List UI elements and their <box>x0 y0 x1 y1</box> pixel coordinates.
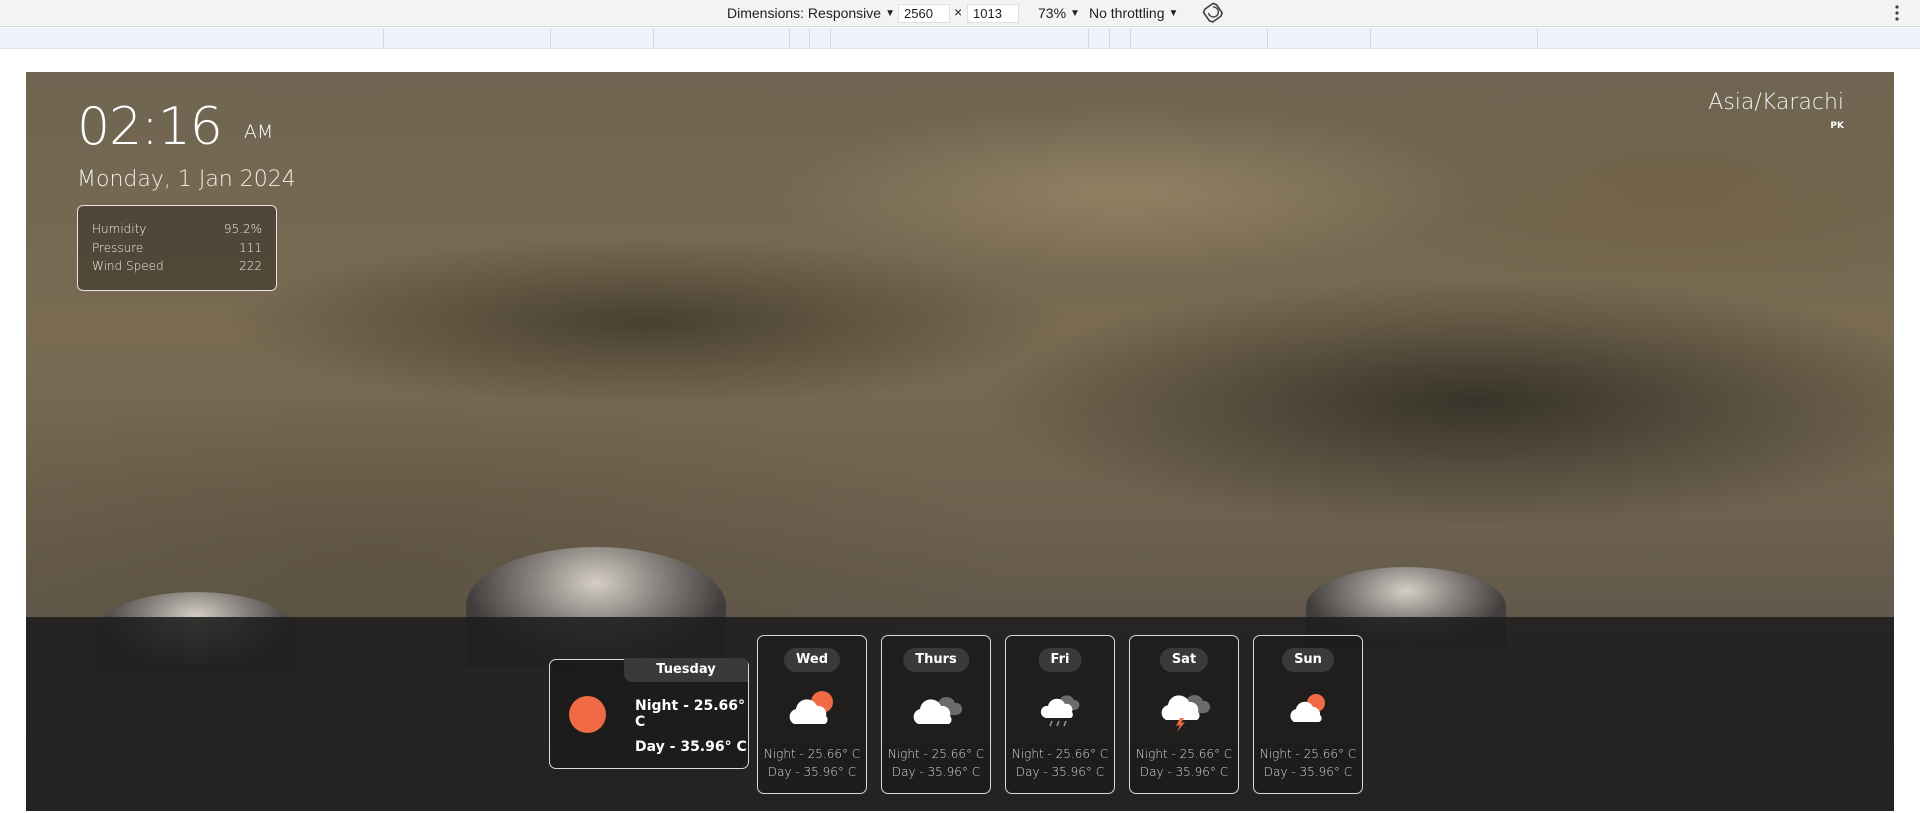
more-options-icon[interactable] <box>1892 3 1902 23</box>
rain-cloud-icon <box>1040 695 1080 727</box>
forecast-card-wed: Wed Night - 25.66° C Day - 35.96° C <box>757 635 867 794</box>
width-input[interactable]: 2560 <box>898 4 950 23</box>
forecast-day-temp: Day - 35.96° C <box>1139 765 1229 779</box>
stat-label: Wind Speed <box>92 259 164 273</box>
stat-row-pressure: Pressure 111 <box>92 239 262 258</box>
partly-cloudy-sun-icon <box>1290 694 1325 722</box>
thunderstorm-icon <box>1161 694 1211 732</box>
chevron-down-icon: ▼ <box>1070 7 1080 19</box>
stat-row-wind-speed: Wind Speed 222 <box>92 257 262 276</box>
stat-label: Pressure <box>92 240 144 255</box>
today-forecast-card: Tuesday Night - 25.66° C Day - 35.96° C <box>549 658 749 769</box>
dimensions-label: Dimensions: Responsive <box>727 5 882 21</box>
current-time: 02:16 <box>77 97 223 157</box>
current-date: Monday, 1 Jan 2024 <box>77 167 296 192</box>
forecast-night-temp: Night - 25.66° C <box>887 747 985 761</box>
sun-icon <box>569 696 606 733</box>
cloudy-icon <box>913 696 963 724</box>
am-pm: AM <box>243 121 274 143</box>
forecast-day-label: Thurs <box>903 648 969 672</box>
today-day-temp: Day - 35.96° C <box>635 739 747 755</box>
stat-label: Humidity <box>92 222 147 236</box>
forecast-card-thurs: Thurs Night - 25.66° C Day - 35.96° C <box>881 635 991 794</box>
rotate-icon[interactable] <box>1202 1 1224 23</box>
forecast-night-temp: Night - 25.66° C <box>1259 747 1357 761</box>
stat-value: 111 <box>239 240 262 255</box>
forecast-day-temp: Day - 35.96° C <box>767 765 857 779</box>
forecast-card-sun: Sun Night - 25.66° C Day - 35.96° C <box>1253 635 1363 794</box>
stat-value: 95.2% <box>223 222 262 236</box>
forecast-day-temp: Day - 35.96° C <box>1263 765 1353 779</box>
weather-app-viewport: 02:16 AM Monday, 1 Jan 2024 Humidity 95.2… <box>26 72 1894 811</box>
weather-stats-panel: Humidity 95.2% Pressure 111 Wind Speed 2… <box>77 205 277 291</box>
dimensions-dropdown[interactable]: Dimensions: Responsive ▼ <box>727 5 895 21</box>
media-query-ruler <box>0 28 1920 49</box>
clock: 02:16 AM <box>77 97 273 157</box>
zoom-dropdown[interactable]: 73% ▼ <box>1038 5 1080 21</box>
throttling-dropdown[interactable]: No throttling ▼ <box>1089 5 1178 21</box>
forecast-night-temp: Night - 25.66° C <box>1011 747 1109 761</box>
timezone: Asia/Karachi <box>1708 90 1844 115</box>
today-night-temp: Night - 25.66° C <box>635 698 746 730</box>
devtools-device-toolbar: Dimensions: Responsive ▼ 2560 × 1013 73%… <box>0 0 1920 27</box>
chevron-down-icon: ▼ <box>885 7 895 19</box>
forecast-bar: Tuesday Night - 25.66° C Day - 35.96° C … <box>26 617 1894 811</box>
stat-row-humidity: Humidity 95.2% <box>92 220 262 239</box>
height-input[interactable]: 1013 <box>967 4 1019 23</box>
stat-value: 222 <box>239 259 262 273</box>
forecast-day-label: Sun <box>1282 648 1334 672</box>
forecast-day-temp: Day - 35.96° C <box>891 765 981 779</box>
forecast-day-label: Fri <box>1038 648 1082 672</box>
throttling-label: No throttling <box>1089 5 1165 21</box>
forecast-day-label: Wed <box>784 648 840 672</box>
forecast-day-temp: Day - 35.96° C <box>1015 765 1105 779</box>
chevron-down-icon: ▼ <box>1168 7 1179 19</box>
today-day-label: Tuesday <box>624 658 748 682</box>
forecast-day-label: Sat <box>1159 648 1209 672</box>
times-separator: × <box>954 4 963 20</box>
forecast-card-sat: Sat Night - 25.66° C Day - 35.96° C <box>1129 635 1239 794</box>
forecast-night-temp: Night - 25.66° C <box>1135 747 1233 761</box>
country-code: PK <box>1830 121 1844 131</box>
forecast-night-temp: Night - 25.66° C <box>763 747 861 761</box>
forecast-card-fri: Fri Night - 25.66° C Day - 35.96° C <box>1005 635 1115 794</box>
zoom-label: 73% <box>1038 5 1067 21</box>
partly-cloudy-sun-icon <box>789 691 833 724</box>
